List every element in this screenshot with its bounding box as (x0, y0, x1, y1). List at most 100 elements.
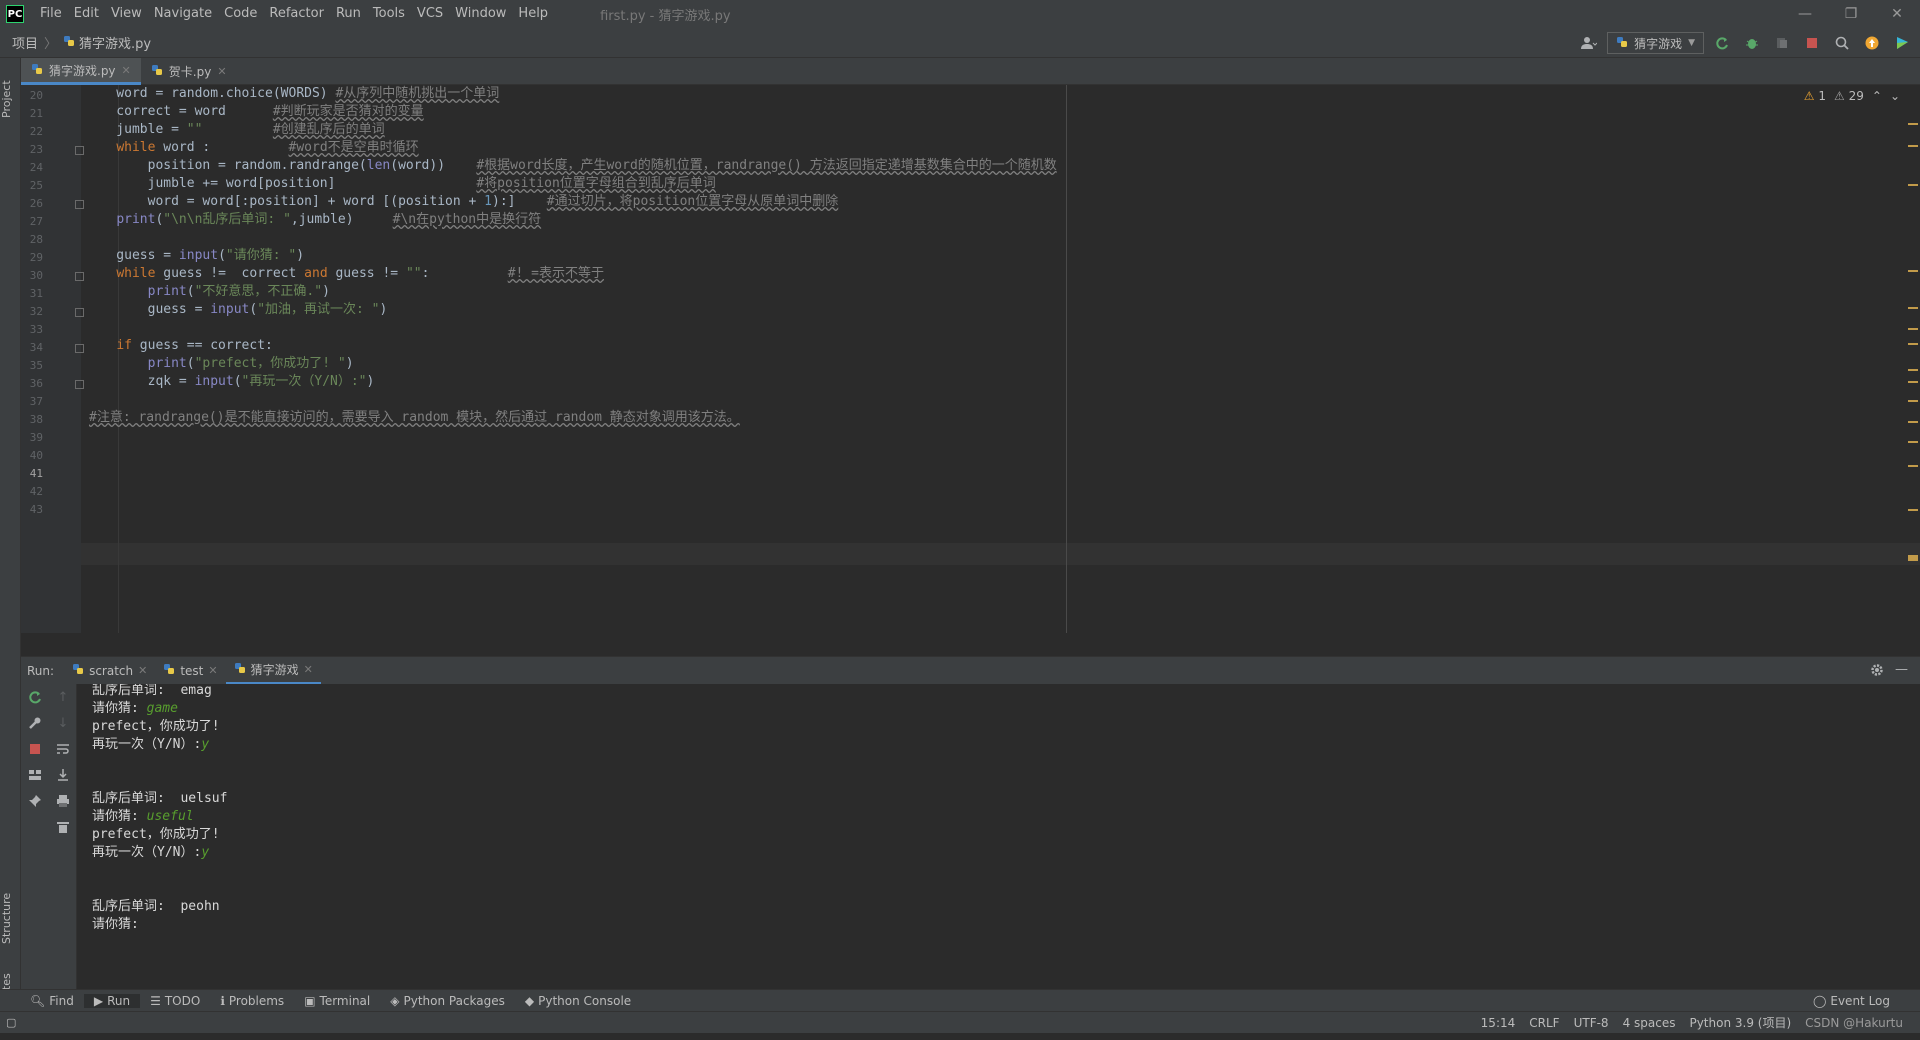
error-stripe[interactable] (1908, 85, 1920, 633)
code-line: print("\n\n乱序后单词: ",jumble) #\n在python中是… (116, 212, 542, 227)
python-console-tool-button[interactable]: ◆ Python Console (515, 994, 641, 1008)
layers-icon: ◈ (390, 993, 400, 1008)
menu-run[interactable]: Run (330, 0, 367, 28)
run-configuration-label: 猜字游戏 (1634, 36, 1683, 51)
console-output-text: 请你猜: (92, 809, 147, 824)
chevron-up-icon[interactable]: ⌃ (1872, 89, 1882, 103)
menu-navigate[interactable]: Navigate (148, 0, 218, 28)
layout-icon[interactable] (21, 762, 49, 788)
soft-wrap-icon[interactable] (49, 736, 77, 762)
arrow-up-icon[interactable]: ↑ (49, 684, 77, 710)
toggle-tool-windows-icon[interactable]: ▢ (6, 1016, 16, 1029)
project-tool-tab[interactable]: Project (0, 64, 21, 134)
event-log-button[interactable]: ◯ Event Log (1803, 994, 1900, 1008)
menu-code[interactable]: Code (218, 0, 263, 28)
close-tab-icon[interactable]: ✕ (138, 664, 147, 677)
coverage-icon[interactable] (1770, 31, 1794, 55)
terminal-tool-button[interactable]: ▣ Terminal (294, 994, 380, 1008)
minimize-button[interactable]: — (1782, 0, 1828, 28)
inspection-widget[interactable]: ⚠ 1 ⚠ 29 ⌃ ⌄ (1804, 89, 1900, 103)
fold-marker-icon[interactable] (75, 272, 84, 281)
comment: #注意: randrange()是不能直接访问的，需要导入 random 模块，… (89, 410, 740, 425)
fold-marker-icon[interactable] (75, 344, 84, 353)
todo-tool-button[interactable]: ☰ TODO (140, 994, 210, 1008)
caret-position[interactable]: 15:14 (1474, 1016, 1523, 1030)
indent-setting[interactable]: 4 spaces (1616, 1016, 1683, 1030)
stop-icon[interactable] (21, 736, 49, 762)
fold-marker-icon[interactable] (75, 200, 84, 209)
comment: #word不是空串时循环 (288, 140, 419, 155)
line-number: 33 (29, 323, 43, 336)
run-label: Run: (27, 663, 55, 678)
warning-count: ⚠ 1 (1803, 89, 1826, 103)
breadcrumb-project[interactable]: 项目 (12, 33, 38, 52)
find-tool-button[interactable]: 🔍︎ Find (20, 994, 84, 1008)
menu-edit[interactable]: Edit (68, 0, 105, 28)
line-number: 21 (29, 107, 43, 120)
close-button[interactable]: ✕ (1874, 0, 1920, 28)
fold-marker-icon[interactable] (75, 146, 84, 155)
chevron-down-icon[interactable]: ⌄ (1890, 89, 1900, 103)
current-line-highlight (81, 543, 1920, 565)
run-tool-button[interactable]: ▶ Run (83, 993, 141, 1008)
breadcrumb-file[interactable]: 猜字游戏.py (79, 33, 151, 52)
line-number: 22 (29, 125, 43, 138)
comment: #从序列中随机挑出一个单词 (335, 86, 500, 101)
gear-icon[interactable] (1870, 663, 1884, 681)
jetbrains-toolbox-icon[interactable] (1890, 31, 1914, 55)
menu-tools[interactable]: Tools (367, 0, 411, 28)
run-tool-window-header: Run: scratch ✕ test ✕ 猜字游戏 ✕ — (21, 656, 1920, 685)
menu-window[interactable]: Window (449, 0, 512, 28)
print-icon[interactable] (49, 788, 77, 814)
bottom-tool-bar: 🔍︎ Find ▶ Run ☰ TODO ℹ Problems ▣ Terminal ◈ P… (0, 989, 1920, 1011)
tab-greeting-card[interactable]: 贺卡.py ✕ (141, 58, 237, 85)
code-line: #注意: randrange()是不能直接访问的，需要导入 random 模块，… (89, 407, 740, 429)
menu-view[interactable]: View (105, 0, 148, 28)
menu-vcs[interactable]: VCS (411, 0, 449, 28)
tab-guess-game[interactable]: 猜字游戏.py ✕ (21, 58, 141, 85)
menu-help[interactable]: Help (512, 0, 554, 28)
run-console-output[interactable]: 乱序后单词: emag 请你猜: game prefect，你成功了! 再玩一次（Y/… (78, 684, 1920, 989)
rerun-icon[interactable] (21, 684, 49, 710)
console-output-text: prefect，你成功了! (92, 827, 220, 842)
close-tab-icon[interactable]: ✕ (304, 663, 313, 676)
line-number: 28 (29, 233, 43, 246)
run-tab-scratch[interactable]: scratch ✕ (64, 657, 155, 685)
python-packages-tool-button[interactable]: ◈ Python Packages (380, 994, 515, 1008)
status-bar: ▢ 15:14 CRLF UTF-8 4 spaces Python 3.9 (… (0, 1011, 1920, 1033)
hide-panel-icon[interactable]: — (1895, 662, 1908, 677)
stop-icon[interactable] (1800, 31, 1824, 55)
update-icon[interactable] (1860, 31, 1884, 55)
scroll-to-end-icon[interactable] (49, 762, 77, 788)
run-tab-guess-game[interactable]: 猜字游戏 ✕ (225, 657, 321, 685)
python-interpreter[interactable]: Python 3.9 (项目) (1682, 1014, 1798, 1031)
pin-icon[interactable] (21, 788, 49, 814)
run-tab-test[interactable]: test ✕ (155, 657, 225, 685)
menu-refactor[interactable]: Refactor (263, 0, 330, 28)
debug-bug-icon[interactable] (1740, 31, 1764, 55)
menu-file[interactable]: File (34, 0, 68, 28)
user-icon[interactable] (1577, 31, 1601, 55)
code-editor[interactable]: 20 21 22 23 24 25 26 27 28 29 30 31 32 33 34 35 36 37 38 39… (21, 85, 1920, 633)
line-number: 40 (29, 449, 43, 462)
arrow-down-icon[interactable]: ↓ (49, 710, 77, 736)
close-tab-icon[interactable]: ✕ (122, 64, 131, 77)
run-configuration-selector[interactable]: 猜字游戏 ▼ (1607, 32, 1704, 54)
problems-tool-button[interactable]: ℹ Problems (210, 994, 294, 1008)
rerun-icon[interactable] (1710, 31, 1734, 55)
run-toolbar-secondary: ↑ ↓ (49, 684, 77, 989)
fold-marker-icon[interactable] (75, 380, 84, 389)
file-encoding[interactable]: UTF-8 (1567, 1016, 1616, 1030)
close-tab-icon[interactable]: ✕ (217, 65, 226, 78)
structure-tool-tab[interactable]: Structure (0, 878, 21, 958)
search-icon[interactable] (1830, 31, 1854, 55)
python-icon: ◆ (524, 993, 535, 1008)
python-icon (234, 662, 246, 677)
restore-button[interactable]: ❐ (1828, 0, 1874, 28)
wrench-icon[interactable] (21, 710, 49, 736)
close-tab-icon[interactable]: ✕ (208, 664, 217, 677)
trash-icon[interactable] (49, 814, 77, 840)
run-tab-label: 猜字游戏 (250, 662, 299, 677)
line-separator[interactable]: CRLF (1522, 1016, 1566, 1030)
fold-marker-icon[interactable] (75, 308, 84, 317)
